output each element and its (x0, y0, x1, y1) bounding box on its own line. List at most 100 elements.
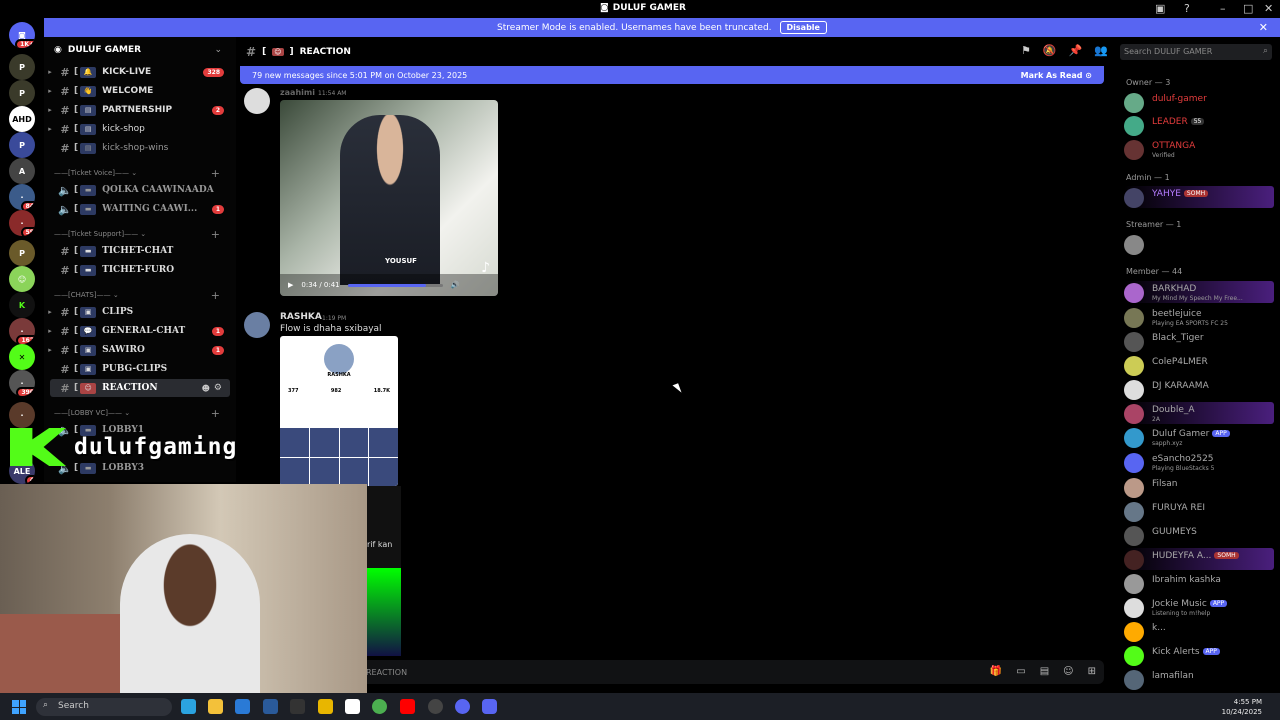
member-item[interactable]: ColeP4LMER (1124, 354, 1274, 376)
channel-reaction[interactable]: #[☺ REACTION ⚙ ☻ (50, 379, 230, 397)
server-icon-b[interactable]: A (9, 158, 35, 184)
video-progress-bar[interactable] (347, 283, 443, 287)
member-item[interactable]: Duluf Gamer APP sapph.xyz (1124, 426, 1274, 448)
server-icon-e[interactable]: P (9, 240, 35, 266)
add-user-icon[interactable]: ☻ (202, 384, 210, 393)
server-icon-d[interactable]: · 59 (9, 210, 35, 236)
server-icon-h[interactable]: ✕ (9, 344, 35, 370)
close-icon[interactable]: ✕ (1259, 21, 1268, 34)
pin-icon[interactable]: 📌 (1069, 44, 1083, 57)
member-item[interactable]: Ibrahim kashka (1124, 572, 1274, 594)
app-icon-2[interactable] (455, 699, 470, 714)
gift-icon[interactable]: 🎁 (990, 666, 1002, 677)
home-button[interactable]: ◙ 1K+ (9, 22, 35, 48)
channel-waiting[interactable]: 🔈[▬ WAITING CAAWI... 1 (44, 200, 236, 218)
photoshop-icon[interactable] (263, 699, 278, 714)
message-input[interactable]: REACTION 🎁 ▭ ▤ ☺ ⊞ (240, 660, 1104, 684)
minimize-button[interactable]: – (1220, 2, 1226, 15)
image-attachment-partial[interactable]: rif kan (367, 486, 401, 656)
member-item[interactable]: YAHYE SOMH (1124, 186, 1274, 208)
gif-icon[interactable]: ▭ (1016, 666, 1025, 677)
server-icon-g[interactable]: · 162 (9, 318, 35, 344)
clock[interactable]: 4:55 PM 10/24/2025 (1222, 697, 1262, 717)
close-window-button[interactable]: ✕ (1264, 2, 1273, 15)
channel-tichet-furo[interactable]: #[▬ TICHET-FURO (44, 261, 236, 279)
add-channel-icon[interactable]: + (211, 289, 220, 302)
image-attachment[interactable]: RASHKA 377 982 18.7K (280, 336, 398, 486)
help-icon[interactable]: ? (1184, 2, 1190, 15)
app-icon[interactable] (318, 699, 333, 714)
member-item[interactable]: Kick Alerts APP (1124, 644, 1274, 666)
member-item[interactable]: LEADER 55 (1124, 114, 1274, 136)
member-item[interactable]: GUUMEYS (1124, 524, 1274, 546)
category-ticket-voice[interactable]: ——[Ticket Voice]—— ⌄ + (54, 167, 230, 180)
add-channel-icon[interactable]: + (211, 167, 220, 180)
disable-button[interactable]: Disable (779, 21, 827, 34)
server-icon-pubg[interactable]: P (9, 54, 35, 80)
channel-general-chat[interactable]: ▸ #[💬 GENERAL-CHAT 1 (44, 322, 236, 340)
file-explorer-icon[interactable] (208, 699, 223, 714)
maximize-button[interactable]: □ (1243, 2, 1253, 15)
discord-taskbar-icon[interactable] (482, 699, 497, 714)
server-icon-f[interactable]: ☺ (9, 266, 35, 292)
volume-icon[interactable]: 🔊 (451, 281, 460, 289)
server-icon-kick[interactable]: K (9, 292, 35, 318)
member-item[interactable]: DJ KARAAMA (1124, 378, 1274, 400)
server-icon-i[interactable]: · 390 (9, 370, 35, 396)
member-item[interactable]: Jockie Music APP Listening to m!help (1124, 596, 1274, 618)
category-lobby-vc[interactable]: ——[LOBBY VC]—— ⌄ + (54, 407, 230, 420)
threads-icon[interactable]: ⚑ (1021, 44, 1031, 57)
notifications-icon[interactable]: 🔕 (1043, 44, 1057, 57)
message-author[interactable]: zaahimi (280, 88, 315, 97)
chrome-icon[interactable] (372, 699, 387, 714)
store-icon[interactable] (235, 699, 250, 714)
mark-as-read-button[interactable]: Mark As Read ⊙ (1021, 71, 1092, 80)
avatar[interactable] (244, 88, 270, 114)
obs-icon[interactable] (428, 699, 443, 714)
member-item[interactable]: k... (1124, 620, 1274, 642)
members-icon[interactable]: 👥 (1094, 44, 1108, 57)
new-messages-bar[interactable]: 79 new messages since 5:01 PM on October… (240, 66, 1104, 84)
search-input[interactable]: Search DULUF GAMER ⌕ (1120, 44, 1272, 60)
member-item[interactable]: FURUYA REI (1124, 500, 1274, 522)
server-icon-ahd[interactable]: AHD (9, 106, 35, 132)
channel-partnership[interactable]: ▸ #[▤ PARTNERSHIP 2 (44, 101, 236, 119)
sticker-icon[interactable]: ▤ (1040, 666, 1049, 677)
channel-sawiro[interactable]: ▸ #[▣ SAWIRO 1 (44, 341, 236, 359)
video-attachment[interactable]: YOUSUF ♪ ▶ 0:34 / 0:41 🔊 (280, 100, 498, 296)
server-icon-pubg2[interactable]: P (9, 80, 35, 106)
channel-clips[interactable]: ▸ #[▣ CLIPS (44, 303, 236, 321)
emoji-icon[interactable]: ☺ (1063, 666, 1073, 677)
apps-icon[interactable]: ⊞ (1088, 666, 1096, 677)
category-chats[interactable]: ——[CHATS]—— ⌄ + (54, 289, 230, 302)
windows-start-icon[interactable] (12, 700, 26, 714)
channel-qolka[interactable]: 🔈[▬ QOLKA CAAWINAADA (44, 181, 236, 199)
channel-pubg-clips[interactable]: #[▣ PUBG-CLIPS (44, 360, 236, 378)
member-item[interactable]: Filsan (1124, 476, 1274, 498)
channel-kick-shop-wins[interactable]: #[▤ kick-shop-wins (44, 139, 236, 157)
inbox-icon[interactable]: ▣ (1155, 2, 1165, 15)
settings-gear-icon[interactable]: ⚙ (214, 383, 222, 393)
channel-kick-shop[interactable]: ▸ #[▤ kick-shop (44, 120, 236, 138)
taskbar-search[interactable]: ⌕ Search (36, 698, 172, 716)
server-icon-j[interactable]: · (9, 402, 35, 428)
server-icon-c[interactable]: · 84 (9, 184, 35, 210)
member-item[interactable]: Double_A 2A (1124, 402, 1274, 424)
member-item[interactable] (1124, 233, 1274, 255)
member-item[interactable]: HUDEYFA A... SOMH (1124, 548, 1274, 570)
member-item[interactable]: OTTANGA Verified (1124, 138, 1274, 160)
member-item[interactable]: eSancho2525 Playing BlueStacks 5 (1124, 451, 1274, 473)
chevron-down-icon[interactable]: ⌄ (214, 45, 222, 55)
youtube-icon[interactable] (400, 699, 415, 714)
channel-tichet-chat[interactable]: #[▬ TICHET-CHAT (44, 242, 236, 260)
server-icon-a[interactable]: P (9, 132, 35, 158)
add-channel-icon[interactable]: + (211, 407, 220, 420)
edge-icon[interactable] (181, 699, 196, 714)
yandex-icon[interactable] (345, 699, 360, 714)
member-item[interactable]: BARKHAD My Mind My Speech My Free... (1124, 281, 1274, 303)
avatar[interactable] (244, 312, 270, 338)
epic-games-icon[interactable] (290, 699, 305, 714)
member-item[interactable]: duluf-gamer (1124, 91, 1274, 113)
message-author[interactable]: RASHKA (280, 312, 322, 322)
add-channel-icon[interactable]: + (211, 228, 220, 241)
